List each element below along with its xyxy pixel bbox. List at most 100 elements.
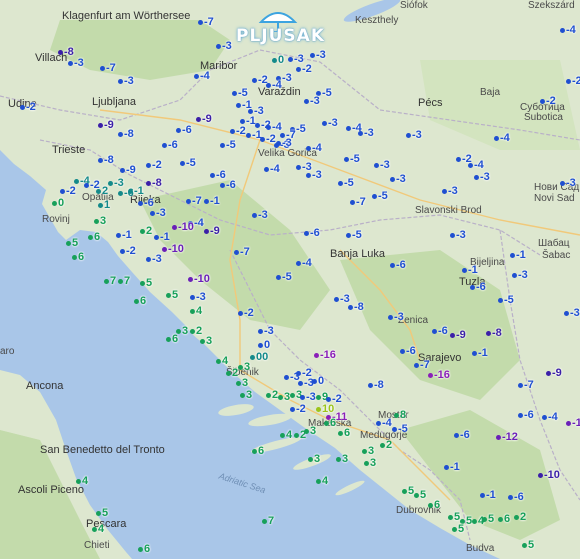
station-temperature[interactable]: 6 — [338, 428, 350, 439]
station-temperature[interactable]: -8 — [118, 129, 134, 140]
station-temperature[interactable]: 3 — [308, 454, 320, 465]
station-temperature[interactable]: 6 — [138, 544, 150, 555]
station-temperature[interactable]: -5 — [338, 178, 354, 189]
station-temperature[interactable]: -2 — [540, 96, 556, 107]
station-temperature[interactable]: -4 — [542, 412, 558, 423]
station-temperature[interactable]: -3 — [150, 208, 166, 219]
station-temperature[interactable]: -12 — [566, 418, 580, 429]
station-temperature[interactable]: -3 — [300, 392, 316, 403]
station-temperature[interactable]: 5 — [448, 512, 460, 523]
station-temperature[interactable]: -3 — [252, 210, 268, 221]
station-temperature[interactable]: -3 — [322, 118, 338, 129]
station-temperature[interactable]: -5 — [346, 230, 362, 241]
station-temperature[interactable]: -3 — [512, 270, 528, 281]
station-temperature[interactable]: 2 — [96, 186, 108, 197]
station-temperature[interactable]: -10 — [162, 244, 184, 255]
station-temperature[interactable]: -9 — [450, 330, 466, 341]
station-temperature[interactable]: -8 — [98, 155, 114, 166]
station-temperature[interactable]: -5 — [180, 158, 196, 169]
station-temperature[interactable]: -6 — [454, 430, 470, 441]
station-temperature[interactable]: -6 — [390, 260, 406, 271]
station-temperature[interactable]: 2 — [380, 440, 392, 451]
station-temperature[interactable]: 3 — [240, 390, 252, 401]
station-temperature[interactable]: 0 — [52, 198, 64, 209]
station-temperature[interactable]: -3 — [564, 308, 580, 319]
station-temperature[interactable]: -1 — [462, 265, 478, 276]
station-temperature[interactable]: -5 — [232, 88, 248, 99]
station-temperature[interactable]: -3 — [306, 170, 322, 181]
station-temperature[interactable]: -3 — [146, 254, 162, 265]
station-temperature[interactable]: -2 — [566, 76, 580, 87]
station-temperature[interactable]: -7 — [350, 197, 366, 208]
station-temperature[interactable]: -3 — [258, 326, 274, 337]
station-temperature[interactable]: -5 — [276, 272, 292, 283]
station-temperature[interactable]: -8 — [368, 380, 384, 391]
station-temperature[interactable]: -9 — [120, 165, 136, 176]
station-temperature[interactable]: 5 — [452, 524, 464, 535]
station-temperature[interactable]: 2 — [514, 512, 526, 523]
station-temperature[interactable]: 6 — [134, 296, 146, 307]
station-temperature[interactable]: -10 — [172, 222, 194, 233]
station-temperature[interactable]: -3 — [118, 76, 134, 87]
station-temperature[interactable]: 4 — [216, 356, 228, 367]
station-temperature[interactable]: -1 — [128, 186, 144, 197]
station-temperature[interactable]: -10 — [188, 274, 210, 285]
station-temperature[interactable]: -3 — [304, 96, 320, 107]
station-temperature[interactable]: -8 — [146, 178, 162, 189]
station-temperature[interactable]: 0 — [312, 376, 324, 387]
station-temperature[interactable]: 4 — [316, 476, 328, 487]
station-temperature[interactable]: -7 — [198, 17, 214, 28]
station-temperature[interactable]: -6 — [470, 282, 486, 293]
station-temperature[interactable]: -3 — [450, 230, 466, 241]
station-temperature[interactable]: -5 — [498, 295, 514, 306]
station-temperature[interactable]: -6 — [220, 180, 236, 191]
station-temperature[interactable]: 3 — [200, 336, 212, 347]
station-temperature[interactable]: 6 — [324, 418, 336, 429]
station-temperature[interactable]: 5 — [402, 486, 414, 497]
station-temperature[interactable]: -3 — [442, 186, 458, 197]
station-temperature[interactable]: -10 — [538, 470, 560, 481]
station-temperature[interactable]: -6 — [518, 410, 534, 421]
station-temperature[interactable]: 5 — [482, 514, 494, 525]
station-temperature[interactable]: 7 — [262, 516, 274, 527]
station-temperature[interactable]: -2 — [120, 246, 136, 257]
station-temperature[interactable]: 5 — [166, 290, 178, 301]
station-temperature[interactable]: -4 — [468, 160, 484, 171]
station-temperature[interactable]: -7 — [234, 247, 250, 258]
station-temperature[interactable]: 0 — [272, 55, 284, 66]
station-temperature[interactable]: -1 — [444, 462, 460, 473]
station-temperature[interactable]: -4 — [560, 25, 576, 36]
station-temperature[interactable]: -4 — [306, 143, 322, 154]
station-temperature[interactable]: 1 — [98, 200, 110, 211]
station-temperature[interactable]: -1 — [204, 196, 220, 207]
station-temperature[interactable]: -3 — [560, 178, 576, 189]
station-temperature[interactable]: -8 — [58, 47, 74, 58]
station-temperature[interactable]: 3 — [362, 446, 374, 457]
station-temperature[interactable]: 7 — [118, 276, 130, 287]
station-temperature[interactable]: -1 — [480, 490, 496, 501]
station-temperature[interactable]: -3 — [406, 130, 422, 141]
station-temperature[interactable]: -9 — [98, 120, 114, 131]
station-temperature[interactable]: -1 — [510, 250, 526, 261]
station-temperature[interactable]: -7 — [186, 196, 202, 207]
station-temperature[interactable]: -2 — [20, 102, 36, 113]
station-temperature[interactable]: 5 — [414, 490, 426, 501]
station-temperature[interactable]: 0 — [258, 340, 270, 351]
station-temperature[interactable]: -3 — [310, 50, 326, 61]
station-temperature[interactable]: -8 — [486, 328, 502, 339]
station-temperature[interactable]: 7 — [104, 276, 116, 287]
station-temperature[interactable]: 3 — [238, 362, 250, 373]
station-temperature[interactable]: -9 — [204, 226, 220, 237]
station-temperature[interactable]: -3 — [276, 138, 292, 149]
station-temperature[interactable]: -2 — [238, 308, 254, 319]
station-temperature[interactable]: 5 — [140, 278, 152, 289]
station-temperature[interactable]: -3 — [358, 128, 374, 139]
station-temperature[interactable]: -6 — [162, 140, 178, 151]
station-temperature[interactable]: 4 — [92, 524, 104, 535]
station-temperature[interactable]: -3 — [474, 172, 490, 183]
station-temperature[interactable]: -9 — [546, 368, 562, 379]
station-temperature[interactable]: -2 — [296, 64, 312, 75]
station-temperature[interactable]: 3 — [364, 458, 376, 469]
station-temperature[interactable]: 2 — [140, 226, 152, 237]
station-temperature[interactable]: -4 — [264, 164, 280, 175]
